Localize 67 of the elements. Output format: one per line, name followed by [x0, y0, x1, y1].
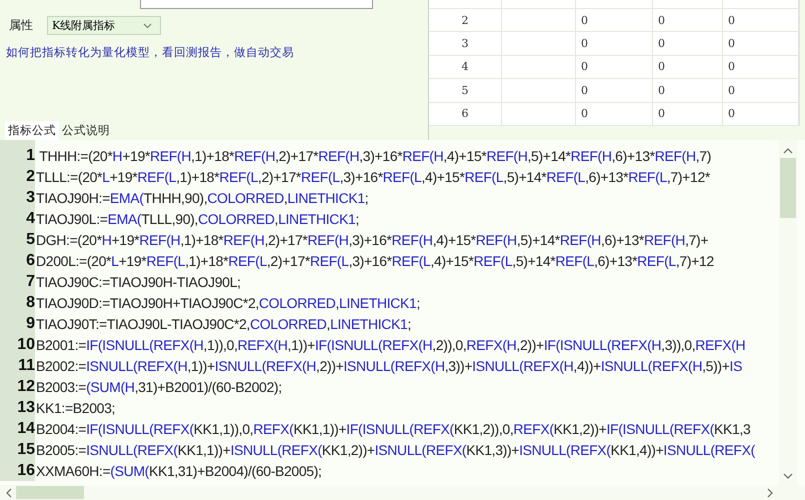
line-number: 8: [26, 294, 35, 312]
table-cell: 0: [658, 60, 665, 74]
scroll-right-icon[interactable]: [767, 488, 773, 498]
code-line: TIAOJ90T:=TIAOJ90L-TIAOJ90C*2,COLORRED,LINETHICK1;: [35, 316, 412, 332]
table-cell: 4: [462, 60, 468, 74]
line-number: 1: [26, 146, 35, 164]
code-line: KK1:=B2003;: [35, 400, 116, 416]
code-line: TIAOJ90D:=TIAOJ90H+TIAOJ90C*2,COLORRED,LINETHICK1;: [35, 294, 420, 310]
line-number: 10: [17, 336, 35, 354]
line-number: 15: [17, 440, 35, 458]
tab[interactable]: 指标公式: [5, 121, 59, 140]
horizontal-scrollbar[interactable]: [0, 485, 805, 500]
code-line: DGH:=(20*H+19*REF(H,1)+18*REF(H,2)+17*REF(H,3)+16*REF(H,4)+15*REF(H,5)+14*REF(H,6)+13*REF(H,7)+: [35, 232, 708, 248]
scrollbar-thumb[interactable]: [780, 158, 796, 218]
table-cell: 3: [462, 37, 468, 50]
description-field[interactable]: [140, 0, 373, 9]
line-number: 13: [17, 398, 35, 416]
scroll-left-icon[interactable]: [6, 488, 12, 498]
table-cell: 0: [728, 60, 735, 74]
code-line: D200L:=(20*L+19*REF(L,1)+18*REF(L,2)+17*REF(L,3)+16*REF(L,4)+15*REF(L,5)+14*REF(L,6)+13*REF(L,7)+12: [35, 252, 714, 268]
table-cell: 0: [658, 107, 665, 120]
table-cell: 5: [462, 84, 468, 97]
code-line: B2004:=IF(ISNULL(REFX(KK1,1)),0,REFX(KK1,1))+IF(ISNULL(REFX(KK1,2)),0,REFX(KK1,2))+IF(ISNULL(REFX(KK1,3: [35, 420, 750, 436]
line-number: 11: [18, 356, 35, 374]
table-cell: 0: [658, 37, 665, 50]
code-line: THHH:=(20*H+19*REF(H,1)+18*REF(H,2)+17*REF(H,3)+16*REF(H,4)+15*REF(H,5)+14*REF(H,6)+13*REF(H,7): [38, 148, 712, 164]
code-line: B2005:=ISNULL(REFX(KK1,1))+ISNULL(REFX(KK1,2))+ISNULL(REFX(KK1,3))+ISNULL(REFX(KK1,4))+ISNULL(REFX(: [35, 442, 755, 458]
attribute-label: 属性: [9, 17, 34, 34]
table-cell: 2: [462, 14, 468, 27]
table-cell: 6: [462, 107, 468, 120]
table-cell: 0: [581, 14, 588, 27]
code-line: B2002:=ISNULL(REFX(H,1))+ISNULL(REFX(H,2))+ISNULL(REFX(H,3))+ISNULL(REFX(H,4))+ISNULL(REFX(H,5))+IS: [35, 358, 742, 374]
line-number: 7: [26, 272, 35, 290]
code-line: TIAOJ90H:=EMA(THHH,90),COLORRED,LINETHICK1;: [35, 190, 368, 206]
code-line: B2001:=IF(ISNULL(REFX(H,1)),0,REFX(H,1))+IF(ISNULL(REFX(H,2)),0,REFX(H,2))+IF(ISNULL(REFX(H,3)),0,REFX(H: [35, 336, 746, 352]
line-number: 9: [26, 314, 35, 332]
table-cell: 0: [728, 37, 735, 50]
scroll-up-icon[interactable]: [783, 148, 793, 154]
line-number: 6: [26, 252, 35, 270]
table-cell: 0: [581, 107, 588, 120]
table-cell: 0: [728, 84, 735, 97]
scrollbar-thumb[interactable]: [16, 486, 84, 499]
vertical-scrollbar[interactable]: [779, 140, 797, 485]
chevron-down-icon: [143, 22, 152, 28]
attribute-dropdown[interactable]: K线附属指标: [47, 16, 161, 35]
code-line: B2003:=(SUM(H,31)+B2001)/(60-B2002);: [35, 378, 282, 394]
code-line: TIAOJ90L:=EMA(TLLL,90),COLORRED,LINETHICK1;: [35, 210, 360, 226]
line-number: 3: [26, 188, 35, 206]
code-line: TLLL:=(20*L+19*REF(L,1)+18*REF(L,2)+17*REF(L,3)+16*REF(L,4)+15*REF(L,5)+14*REF(L,6)+13*REF(L,7)+12*: [35, 168, 710, 184]
line-number: 14: [17, 420, 35, 438]
table-cell: 0: [581, 60, 588, 74]
table-cell: 0: [581, 84, 588, 97]
line-number: 2: [26, 168, 35, 186]
line-number: 4: [26, 210, 35, 228]
code-line: XXMA60H:=(SUM(KK1,31)+B2004)/(60-B2005);: [35, 462, 322, 478]
line-number: 12: [17, 378, 35, 396]
help-link[interactable]: 如何把指标转化为量化模型，看回测报告，做自动交易: [6, 45, 428, 60]
code-editor[interactable]: [0, 140, 805, 500]
table-cell: 0: [658, 84, 665, 97]
table-cell: 0: [728, 107, 735, 120]
line-number: 5: [26, 230, 35, 248]
table-cell: 0: [581, 37, 588, 50]
table-cell: 0: [658, 14, 665, 27]
scroll-down-icon[interactable]: [783, 473, 793, 479]
line-number: 16: [17, 462, 35, 480]
table-cell: 0: [728, 14, 735, 27]
code-line: TIAOJ90C:=TIAOJ90H-TIAOJ90L;: [35, 274, 241, 290]
